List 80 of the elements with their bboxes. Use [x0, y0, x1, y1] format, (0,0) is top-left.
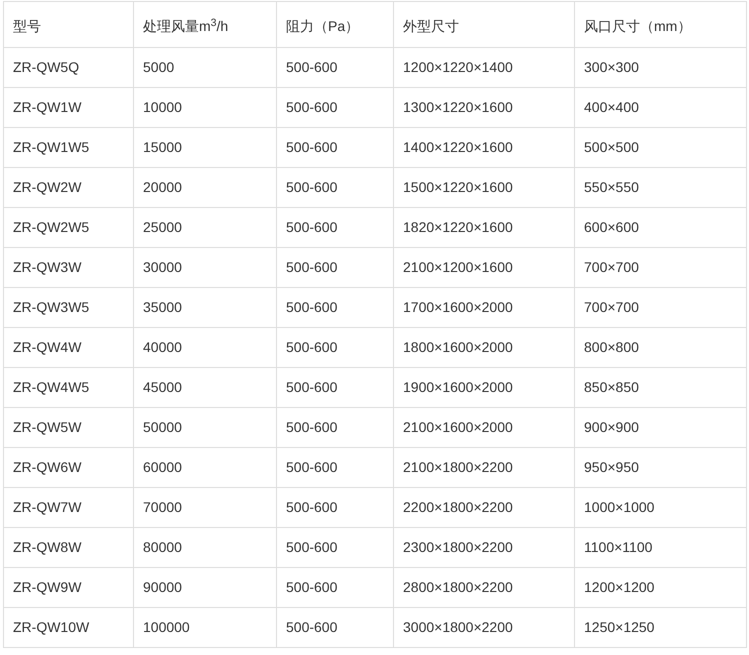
table-cell: 500-600	[276, 208, 394, 248]
table-cell: 90000	[134, 568, 276, 608]
table-cell: 80000	[134, 528, 276, 568]
table-cell: 500-600	[276, 528, 394, 568]
table-cell: 70000	[134, 488, 276, 528]
table-cell: 50000	[134, 408, 276, 448]
table-cell: 500-600	[276, 448, 394, 488]
table-cell: ZR-QW9W	[4, 568, 134, 608]
table-cell: 550×550	[574, 168, 746, 208]
table-cell: ZR-QW1W	[4, 88, 134, 128]
table-cell: ZR-QW10W	[4, 608, 134, 648]
table-cell: 500-600	[276, 368, 394, 408]
table-cell: ZR-QW3W	[4, 248, 134, 288]
table-cell: ZR-QW4W	[4, 328, 134, 368]
table-cell: 5000	[134, 48, 276, 88]
table-cell: 500-600	[276, 328, 394, 368]
column-header: 风口尺寸（mm）	[574, 2, 746, 48]
table-cell: 2100×1200×1600	[394, 248, 574, 288]
table-cell: 500-600	[276, 168, 394, 208]
table-cell: 850×850	[574, 368, 746, 408]
table-cell: 45000	[134, 368, 276, 408]
column-header: 外型尺寸	[394, 2, 574, 48]
table-cell: 900×900	[574, 408, 746, 448]
table-cell: ZR-QW1W5	[4, 128, 134, 168]
table-cell: 500-600	[276, 88, 394, 128]
table-cell: ZR-QW5W	[4, 408, 134, 448]
table-cell: 30000	[134, 248, 276, 288]
table-cell: 500-600	[276, 248, 394, 288]
table-cell: 10000	[134, 88, 276, 128]
table-cell: 700×700	[574, 248, 746, 288]
table-cell: 700×700	[574, 288, 746, 328]
table-cell: 1200×1220×1400	[394, 48, 574, 88]
column-header: 型号	[4, 2, 134, 48]
table-cell: ZR-QW6W	[4, 448, 134, 488]
table-cell: 500-600	[276, 288, 394, 328]
table-cell: 1300×1220×1600	[394, 88, 574, 128]
table-cell: 800×800	[574, 328, 746, 368]
table-cell: 1100×1100	[574, 528, 746, 568]
table-cell: 1000×1000	[574, 488, 746, 528]
table-cell: ZR-QW4W5	[4, 368, 134, 408]
table-cell: ZR-QW2W	[4, 168, 134, 208]
table-cell: 1700×1600×2000	[394, 288, 574, 328]
table-cell: 950×950	[574, 448, 746, 488]
table-cell: 2800×1800×2200	[394, 568, 574, 608]
table-cell: 15000	[134, 128, 276, 168]
table-cell: 1400×1220×1600	[394, 128, 574, 168]
table-cell: 500-600	[276, 128, 394, 168]
table-cell: ZR-QW7W	[4, 488, 134, 528]
table-cell: 2300×1800×2200	[394, 528, 574, 568]
table-cell: 500-600	[276, 48, 394, 88]
table-cell: 1250×1250	[574, 608, 746, 648]
table-cell: ZR-QW5Q	[4, 48, 134, 88]
table-cell: 2100×1800×2200	[394, 448, 574, 488]
table-cell: 25000	[134, 208, 276, 248]
table-cell: 60000	[134, 448, 276, 488]
table-cell: 20000	[134, 168, 276, 208]
table-cell: 500×500	[574, 128, 746, 168]
table-cell: 1900×1600×2000	[394, 368, 574, 408]
table-cell: 40000	[134, 328, 276, 368]
table-cell: 1800×1600×2000	[394, 328, 574, 368]
table-cell: ZR-QW8W	[4, 528, 134, 568]
table-cell: 500-600	[276, 488, 394, 528]
table-cell: 2200×1800×2200	[394, 488, 574, 528]
table-cell: 1820×1220×1600	[394, 208, 574, 248]
table-cell: 500-600	[276, 608, 394, 648]
table-cell: 500-600	[276, 408, 394, 448]
table-cell: ZR-QW2W5	[4, 208, 134, 248]
table-cell: 2100×1600×2000	[394, 408, 574, 448]
table-cell: 400×400	[574, 88, 746, 128]
table-cell: 300×300	[574, 48, 746, 88]
table-cell: 1200×1200	[574, 568, 746, 608]
table-cell: ZR-QW3W5	[4, 288, 134, 328]
table-cell: 100000	[134, 608, 276, 648]
table-cell: 35000	[134, 288, 276, 328]
table-cell: 500-600	[276, 568, 394, 608]
table-cell: 600×600	[574, 208, 746, 248]
column-header: 处理风量m$^{3}$/h	[134, 2, 276, 48]
column-header: 阻力（Pa）	[276, 2, 394, 48]
table-cell: 1500×1220×1600	[394, 168, 574, 208]
table-cell: 3000×1800×2200	[394, 608, 574, 648]
